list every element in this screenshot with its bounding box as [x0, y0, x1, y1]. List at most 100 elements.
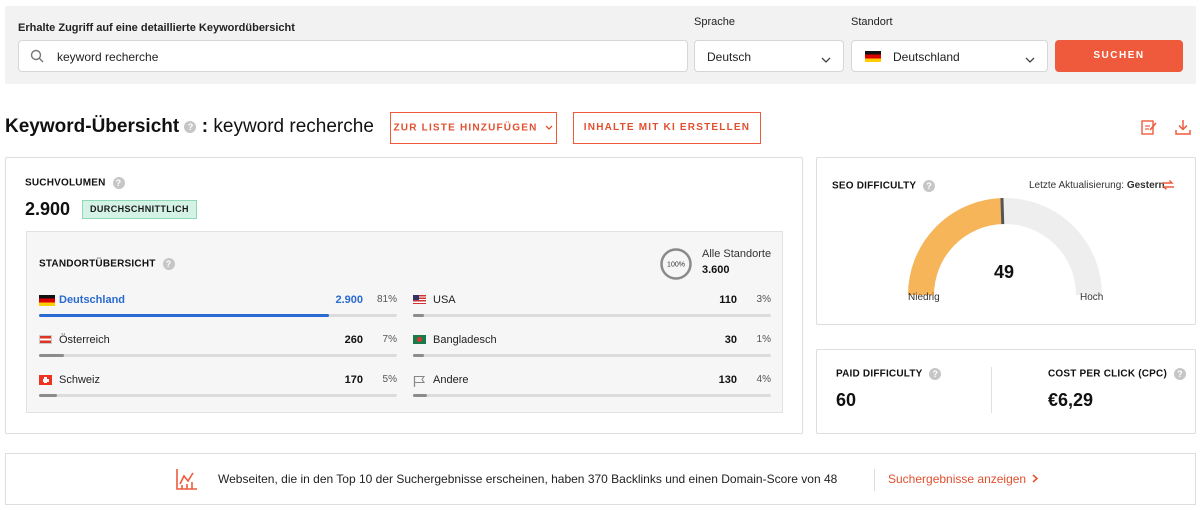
location-row[interactable]: Schweiz 170 5%	[39, 372, 397, 402]
last-update: Letzte Aktualisierung: Gestern	[1029, 180, 1165, 191]
card-divider	[991, 367, 992, 413]
location-share-track	[39, 394, 397, 397]
seo-difficulty-score: 49	[994, 262, 1015, 282]
gauge-marker	[1000, 198, 1005, 225]
location-name: Österreich	[59, 334, 110, 346]
search-volume-title: SUCHVOLUMEN ?	[25, 177, 125, 189]
search-button[interactable]: SUCHEN	[1055, 40, 1183, 72]
search-volume-title-text: SUCHVOLUMEN	[25, 177, 106, 189]
location-overview-title: STANDORTÜBERSICHT ?	[39, 258, 175, 270]
location-share-fill	[39, 394, 57, 397]
location-row[interactable]: Bangladesch 30 1%	[413, 332, 771, 362]
location-percent: 81%	[376, 294, 397, 305]
chevron-down-icon	[545, 113, 553, 143]
edit-report-icon[interactable]	[1140, 118, 1158, 141]
location-share-fill	[39, 314, 329, 317]
location-share-fill	[413, 354, 424, 357]
title-keyword: keyword recherche	[213, 116, 374, 137]
help-icon[interactable]: ?	[162, 258, 175, 270]
paid-difficulty-title-text: PAID DIFFICULTY	[836, 368, 923, 380]
flag-outline-icon	[413, 375, 426, 390]
cpc-title: COST PER CLICK (CPC) ?	[1048, 368, 1186, 380]
location-percent: 5%	[382, 374, 397, 385]
serp-link-label: Suchergebnisse anzeigen	[888, 472, 1027, 486]
location-name: USA	[433, 294, 456, 306]
download-icon[interactable]	[1174, 118, 1192, 141]
location-name: Andere	[433, 374, 469, 386]
location-percent: 1%	[756, 334, 771, 345]
country-flag-icon	[39, 295, 55, 309]
search-panel: Erhalte Zugriff auf eine detaillierte Ke…	[5, 6, 1196, 84]
location-share-track	[39, 354, 397, 357]
language-label: Sprache	[694, 16, 735, 28]
location-volume: 2.900	[335, 294, 363, 306]
help-icon[interactable]: ?	[184, 120, 197, 133]
circle-percent-label: 100%	[667, 262, 685, 269]
location-name: Deutschland	[59, 294, 126, 306]
gauge-fill	[908, 198, 1004, 295]
location-select[interactable]: Deutschland	[851, 40, 1048, 72]
location-share-track	[413, 354, 771, 357]
page-title: Keyword-Übersicht ? : keyword recherche	[5, 116, 374, 138]
seo-difficulty-title: SEO DIFFICULTY ?	[832, 180, 936, 192]
gauge-low-label: Niedrig	[908, 292, 940, 303]
language-select[interactable]: Deutsch	[694, 40, 844, 72]
location-share-track	[39, 314, 397, 317]
help-icon[interactable]: ?	[929, 368, 942, 380]
country-flag-icon	[413, 335, 426, 347]
location-row[interactable]: Österreich 260 7%	[39, 332, 397, 362]
help-icon[interactable]: ?	[923, 180, 936, 192]
backlinks-banner: Webseiten, die in den Top 10 der Sucherg…	[5, 453, 1196, 505]
country-flag-icon	[39, 335, 52, 347]
last-update-label: Letzte Aktualisierung:	[1029, 180, 1125, 191]
country-flag-icon	[39, 375, 52, 388]
chevron-right-icon	[1032, 472, 1039, 486]
location-volume: 170	[344, 374, 363, 386]
paid-difficulty-title: PAID DIFFICULTY ?	[836, 368, 942, 380]
country-flag-icon	[413, 295, 426, 307]
location-row[interactable]: USA 110 3%	[413, 292, 771, 322]
banner-text: Webseiten, die in den Top 10 der Sucherg…	[218, 472, 838, 486]
location-share-fill	[39, 354, 65, 357]
all-locations-value: 3.600	[702, 264, 730, 276]
location-value: Deutschland	[893, 50, 960, 64]
location-row[interactable]: Deutschland 2.900 81%	[39, 292, 397, 322]
title-separator: :	[201, 116, 209, 137]
location-percent: 3%	[756, 294, 771, 305]
chart-trend-icon	[176, 468, 198, 495]
ai-content-button[interactable]: INHALTE MIT KI ERSTELLEN	[573, 112, 761, 144]
last-update-value: Gestern	[1126, 180, 1165, 191]
help-icon[interactable]: ?	[112, 177, 125, 189]
cpc-title-text: COST PER CLICK (CPC)	[1048, 368, 1167, 380]
location-share-track	[413, 394, 771, 397]
keyword-input[interactable]	[57, 47, 657, 67]
serp-link[interactable]: Suchergebnisse anzeigen	[888, 472, 1039, 486]
help-icon[interactable]: ?	[1173, 368, 1186, 380]
location-percent: 4%	[756, 374, 771, 385]
location-volume: 130	[718, 374, 737, 386]
chevron-down-icon	[1025, 52, 1035, 66]
language-value: Deutsch	[707, 50, 752, 64]
search-icon	[30, 49, 44, 68]
add-to-list-button[interactable]: ZUR LISTE HINZUFÜGEN	[390, 112, 557, 144]
location-row[interactable]: Andere 130 4%	[413, 372, 771, 402]
gauge-high-label: Hoch	[1080, 292, 1104, 303]
keyword-label: Erhalte Zugriff auf eine detaillierte Ke…	[18, 22, 295, 34]
location-share-fill	[413, 394, 428, 397]
location-share-track	[413, 314, 771, 317]
search-volume-value: 2.900	[25, 199, 71, 219]
location-volume: 110	[719, 294, 737, 306]
refresh-icon[interactable]	[1160, 177, 1176, 198]
cpc-value: €6,29	[1048, 390, 1094, 410]
location-volume: 260	[344, 334, 363, 346]
location-volume: 30	[724, 334, 737, 346]
location-name: Schweiz	[59, 374, 100, 386]
location-name: Bangladesch	[433, 334, 497, 346]
keyword-field[interactable]	[18, 40, 688, 72]
paid-difficulty-card	[816, 349, 1196, 434]
add-to-list-label: ZUR LISTE HINZUFÜGEN	[393, 122, 538, 134]
seo-difficulty-title-text: SEO DIFFICULTY	[832, 180, 917, 192]
all-locations-label: Alle Standorte	[702, 248, 772, 260]
location-share-fill	[413, 314, 424, 317]
page-title-text: Keyword-Übersicht	[5, 116, 180, 137]
